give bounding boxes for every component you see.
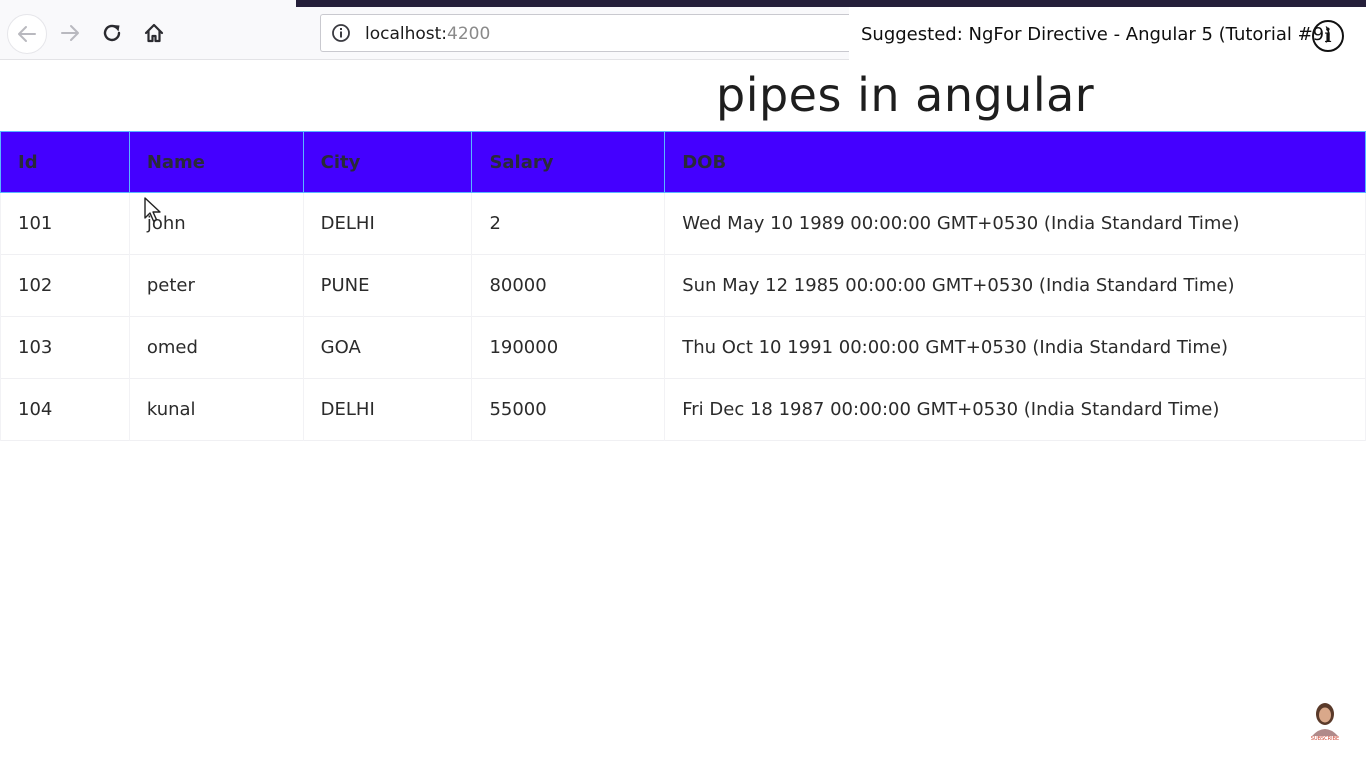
- url-host: localhost:: [365, 24, 448, 44]
- video-top-strip: [296, 0, 1366, 7]
- cell-dob: Wed May 10 1989 00:00:00 GMT+0530 (India…: [664, 192, 1366, 255]
- forward-button[interactable]: [54, 13, 86, 53]
- column-header-id: Id: [0, 131, 130, 193]
- cell-dob: Fri Dec 18 1987 00:00:00 GMT+0530 (India…: [664, 378, 1366, 441]
- forward-arrow-icon: [61, 25, 79, 41]
- cell-name: kunal: [128, 378, 304, 441]
- page-title: pipes in angular: [716, 68, 1095, 122]
- column-header-dob: DOB: [664, 131, 1366, 193]
- reload-icon: [103, 24, 121, 42]
- table-header-row: Id Name City Salary DOB: [0, 131, 1366, 193]
- back-button[interactable]: [7, 14, 47, 54]
- suggested-video-card[interactable]: Suggested: NgFor Directive - Angular 5 (…: [849, 7, 1366, 60]
- info-icon[interactable]: [331, 23, 351, 43]
- channel-avatar-icon: [1312, 703, 1338, 736]
- cell-name: omed: [128, 316, 304, 379]
- url-port: 4200: [447, 24, 491, 44]
- mouse-cursor-icon: [144, 197, 161, 222]
- cell-dob: Thu Oct 10 1991 00:00:00 GMT+0530 (India…: [664, 316, 1366, 379]
- column-header-city: City: [302, 131, 473, 193]
- cell-id: 104: [0, 378, 130, 441]
- subscribe-label: SUBSCRIBE: [1310, 736, 1340, 742]
- cell-dob: Sun May 12 1985 00:00:00 GMT+0530 (India…: [664, 254, 1366, 317]
- cell-salary: 2: [471, 192, 666, 255]
- cell-city: PUNE: [302, 254, 473, 317]
- table-row: 104 kunal DELHI 55000 Fri Dec 18 1987 00…: [0, 378, 1366, 441]
- cell-id: 103: [0, 316, 130, 379]
- column-header-salary: Salary: [471, 131, 666, 193]
- cell-salary: 190000: [471, 316, 666, 379]
- info-circle-icon[interactable]: i: [1312, 20, 1344, 52]
- cell-salary: 55000: [471, 378, 666, 441]
- reload-button[interactable]: [96, 13, 128, 53]
- cell-salary: 80000: [471, 254, 666, 317]
- table-row: 101 john DELHI 2 Wed May 10 1989 00:00:0…: [0, 192, 1366, 255]
- cell-city: DELHI: [302, 378, 473, 441]
- address-bar[interactable]: localhost:4200: [320, 14, 880, 52]
- suggested-video-title[interactable]: Suggested: NgFor Directive - Angular 5 (…: [861, 24, 1331, 45]
- table-row: 102 peter PUNE 80000 Sun May 12 1985 00:…: [0, 254, 1366, 317]
- column-header-name: Name: [128, 131, 304, 193]
- table-row: 103 omed GOA 190000 Thu Oct 10 1991 00:0…: [0, 316, 1366, 379]
- subscribe-watermark[interactable]: SUBSCRIBE: [1306, 700, 1344, 742]
- cell-name: peter: [128, 254, 304, 317]
- employee-table: Id Name City Salary DOB 101 john DELHI 2…: [0, 131, 1366, 441]
- back-arrow-icon: [18, 26, 36, 42]
- cell-city: DELHI: [302, 192, 473, 255]
- url-text: localhost:4200: [365, 24, 490, 44]
- home-button[interactable]: [138, 13, 170, 53]
- cell-id: 102: [0, 254, 130, 317]
- cell-id: 101: [0, 192, 130, 255]
- cell-city: GOA: [302, 316, 473, 379]
- home-icon: [144, 23, 164, 43]
